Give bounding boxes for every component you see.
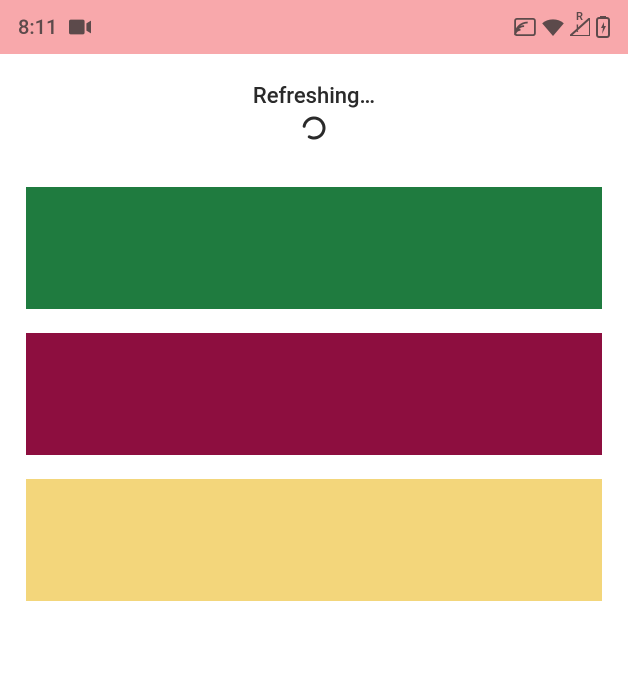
color-list[interactable] xyxy=(0,187,628,601)
main-content: Refreshing… xyxy=(0,54,628,601)
status-bar-left: 8:11 xyxy=(18,15,91,39)
roaming-badge: R xyxy=(576,10,583,23)
videocam-icon xyxy=(69,19,91,35)
status-bar: 8:11 ! R xyxy=(0,0,628,54)
list-item[interactable] xyxy=(26,479,602,601)
svg-text:!: ! xyxy=(576,24,579,35)
status-time: 8:11 xyxy=(18,15,57,39)
wifi-icon xyxy=(542,18,564,36)
status-bar-right: ! R xyxy=(514,16,610,38)
pull-to-refresh-indicator: Refreshing… xyxy=(0,84,628,141)
list-item[interactable] xyxy=(26,333,602,455)
refresh-label: Refreshing… xyxy=(253,84,375,109)
battery-charging-icon xyxy=(596,16,610,38)
spinner-icon xyxy=(301,115,327,141)
signal-roaming-icon: ! R xyxy=(570,18,590,36)
list-item[interactable] xyxy=(26,187,602,309)
cast-icon xyxy=(514,18,536,36)
